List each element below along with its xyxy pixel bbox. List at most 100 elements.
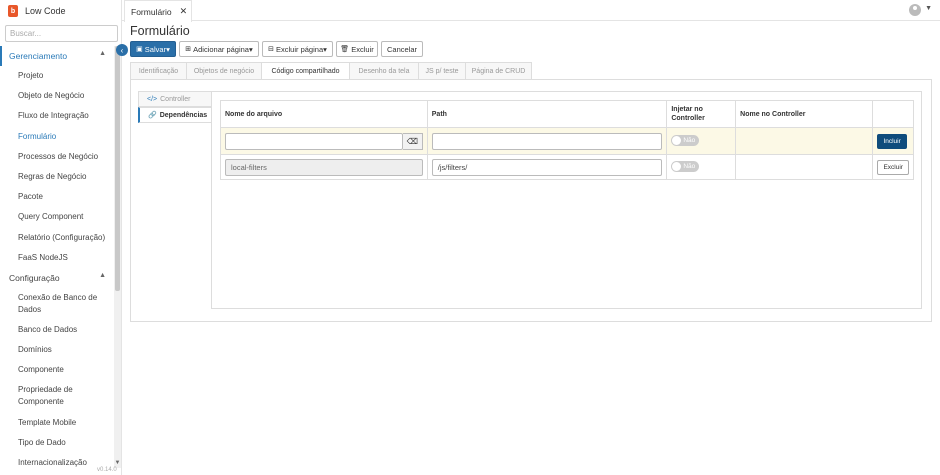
column-header-inject: Injetar no Controller	[666, 100, 737, 128]
eraser-icon[interactable]: ⌫	[402, 132, 423, 150]
path-field[interactable]: /js/filters/	[431, 158, 663, 176]
top-tab-bar: Formulário ✕ ▼	[122, 0, 940, 22]
side-tab-label: Dependências	[159, 111, 208, 119]
new-action-cell: Incluir	[872, 127, 914, 155]
new-filename-cell: ⌫	[220, 127, 428, 155]
save-button[interactable]: ▣ Salvar ▾	[130, 41, 176, 57]
cancel-button[interactable]: Cancelar	[381, 41, 423, 57]
new-controller-name-cell	[735, 127, 874, 155]
section-tabs: Identificação Objetos de negócio Código …	[130, 62, 532, 80]
controller-name-cell	[735, 154, 874, 180]
new-path-cell	[426, 127, 668, 155]
side-tabs: </> Controller 🔗 Dependências	[138, 91, 212, 123]
scrollbar-thumb[interactable]	[115, 46, 120, 291]
sidebar-menu: Gerenciamento ▲ Projeto Objeto de Negóci…	[0, 46, 113, 468]
sidebar-item-pacote[interactable]: Pacote	[0, 187, 113, 207]
chevron-up-icon: ▲	[99, 271, 106, 279]
add-page-button[interactable]: ⊞ Adicionar página ▾	[179, 41, 259, 57]
page-title: Formulário	[130, 24, 190, 38]
trash-icon: 🗑	[340, 46, 350, 53]
sidebar-item-processos-de-negocio[interactable]: Processos de Negócio	[0, 147, 113, 167]
sidebar-item-tipo-de-dado[interactable]: Tipo de Dado	[0, 433, 113, 453]
sidebar-item-componente[interactable]: Componente	[0, 360, 113, 380]
sidebar-item-dominios[interactable]: Domínios	[0, 340, 113, 360]
close-icon[interactable]: ✕	[180, 6, 188, 17]
filename-value: local-filters	[225, 158, 423, 176]
table-row: local-filters /js/filters/ Não Excluir	[220, 154, 914, 180]
caret-down-icon: ▾	[248, 44, 253, 54]
include-button[interactable]: Incluir	[877, 133, 907, 149]
save-icon: ▣	[136, 46, 143, 53]
tab-pagina-de-crud[interactable]: Página de CRUD	[465, 62, 532, 79]
app-version: v0.14.0	[97, 467, 117, 473]
app-logo-icon: b	[8, 5, 18, 17]
table-header-row: Nome do arquivo Path Injetar no Controll…	[220, 100, 914, 128]
chevron-up-icon: ▲	[99, 50, 106, 57]
delete-page-button[interactable]: ⊟ Excluir página ▾	[262, 41, 333, 57]
inject-cell: Não	[666, 154, 737, 180]
tab-label: Formulário	[131, 6, 172, 17]
sidebar-item-regras-de-negocio[interactable]: Regras de Negócio	[0, 167, 113, 187]
side-tab-dependencias[interactable]: 🔗 Dependências	[138, 107, 212, 123]
sidebar-search-input[interactable]	[5, 25, 118, 42]
inject-toggle[interactable]: Não	[671, 135, 700, 146]
tab-objetos-de-negocio[interactable]: Objetos de negócio	[186, 62, 262, 79]
minus-icon: ⊟	[268, 46, 274, 53]
side-tab-label: Controller	[160, 95, 191, 103]
column-header-path: Path	[426, 100, 668, 128]
column-header-controller-name: Nome no Controller	[735, 100, 874, 128]
sidebar-item-fluxo-de-integracao[interactable]: Fluxo de Integração	[0, 106, 113, 126]
tab-formulario[interactable]: Formulário ✕	[124, 0, 192, 22]
exclude-button[interactable]: Excluir	[877, 159, 909, 175]
column-header-filename: Nome do arquivo	[220, 100, 428, 128]
filename-cell: local-filters	[220, 154, 428, 180]
delete-button[interactable]: 🗑 Excluir	[336, 41, 378, 57]
toggle-label: Não	[683, 163, 696, 170]
sidebar-item-banco-de-dados[interactable]: Banco de Dados	[0, 320, 113, 340]
inject-toggle[interactable]: Não	[671, 161, 700, 172]
brand[interactable]: b Low Code	[8, 4, 66, 18]
tab-js-p-teste[interactable]: JS p/ teste	[418, 62, 466, 79]
add-page-label: Adicionar página	[193, 44, 249, 54]
sidebar-item-faas-nodejs[interactable]: FaaS NodeJS	[0, 248, 113, 268]
chevron-down-icon[interactable]: ▼	[925, 5, 932, 12]
sidebar: b Low Code Gerenciamento ▲ Projeto Objet…	[0, 0, 122, 475]
sidebar-section-configuracao[interactable]: Configuração ▲	[0, 268, 113, 288]
collapse-sidebar-button[interactable]: ‹	[116, 44, 128, 56]
tab-desenho-da-tela[interactable]: Desenho da tela	[349, 62, 419, 79]
caret-down-icon: ▾	[323, 44, 327, 54]
sidebar-item-propriedade-componente[interactable]: Propriedade de Componente	[0, 380, 113, 412]
tab-identificacao[interactable]: Identificação	[130, 62, 187, 79]
sidebar-item-internacionalizacao[interactable]: Internacionalização	[0, 453, 113, 468]
sidebar-item-conexao-banco[interactable]: Conexão de Banco de Dados	[0, 288, 113, 320]
toggle-knob	[672, 136, 682, 145]
delete-label: Excluir	[351, 44, 374, 54]
sidebar-section-label: Gerenciamento	[9, 51, 68, 61]
new-dependency-row: ⌫ Não Incluir	[220, 127, 914, 155]
plus-icon: ⊞	[185, 46, 192, 53]
sidebar-item-objeto-de-negocio[interactable]: Objeto de Negócio	[0, 86, 113, 106]
sidebar-section-gerenciamento[interactable]: Gerenciamento ▲	[0, 46, 113, 66]
sidebar-item-formulario[interactable]: Formulário	[0, 127, 113, 147]
path-input[interactable]	[431, 132, 663, 150]
dependencies-table: Nome do arquivo Path Injetar no Controll…	[220, 100, 914, 180]
side-tab-controller[interactable]: </> Controller	[138, 91, 212, 107]
sidebar-scrollbar[interactable]: ▼	[114, 46, 121, 468]
column-header-actions	[872, 100, 914, 128]
path-cell: /js/filters/	[426, 154, 668, 180]
sidebar-item-template-mobile[interactable]: Template Mobile	[0, 412, 113, 432]
sidebar-item-projeto[interactable]: Projeto	[0, 66, 113, 86]
delete-page-label: Excluir página	[276, 44, 324, 54]
toggle-label: Não	[683, 137, 696, 144]
link-icon: 🔗	[148, 112, 157, 119]
new-inject-cell: Não	[666, 127, 737, 155]
app-name: Low Code	[25, 6, 66, 16]
filename-input[interactable]	[225, 132, 403, 150]
code-icon: </>	[147, 95, 158, 103]
tab-codigo-compartilhado[interactable]: Código compartilhado	[261, 62, 350, 80]
sidebar-item-relatorio[interactable]: Relatório (Configuração)	[0, 228, 113, 248]
user-avatar-icon[interactable]	[909, 4, 921, 16]
cancel-label: Cancelar	[386, 44, 417, 54]
sidebar-item-query-component[interactable]: Query Component	[0, 207, 113, 227]
caret-down-icon: ▾	[166, 44, 170, 54]
